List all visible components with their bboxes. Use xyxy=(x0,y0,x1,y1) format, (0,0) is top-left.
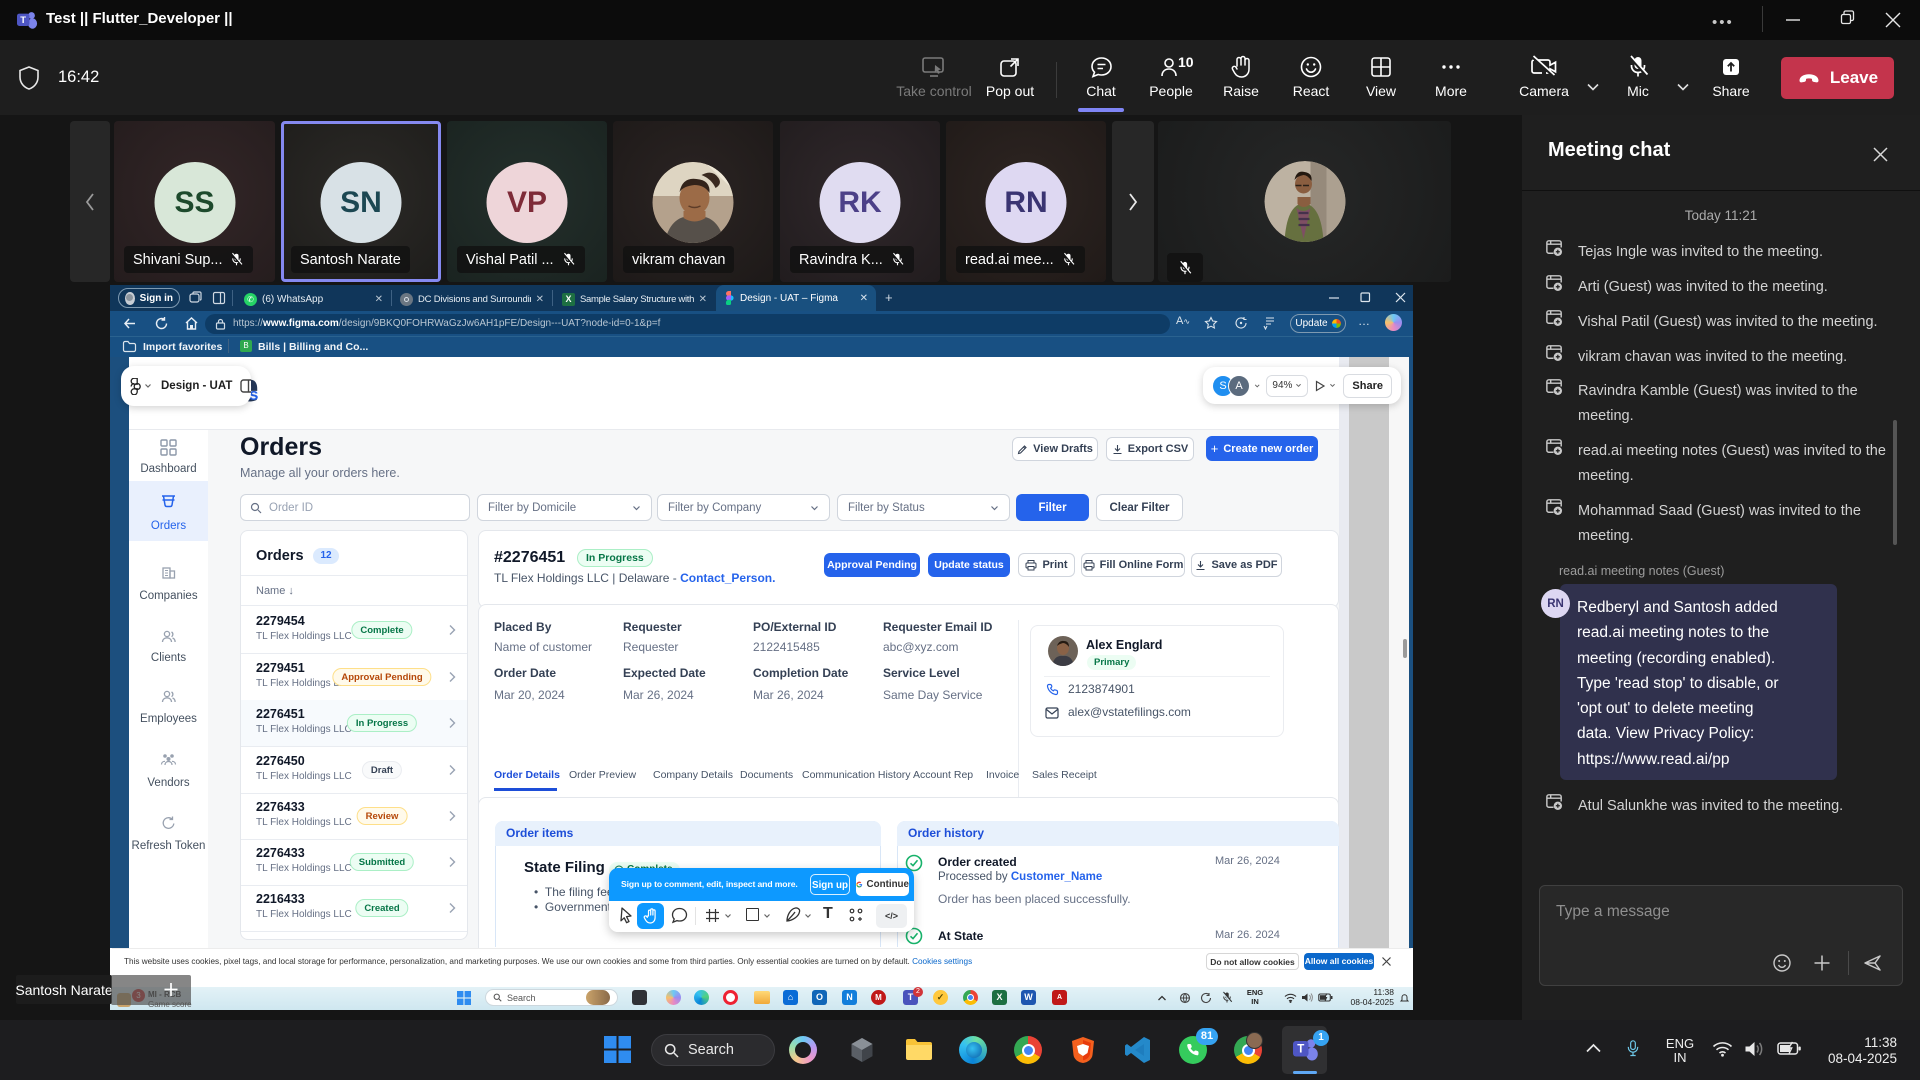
svg-text:T: T xyxy=(1297,1044,1304,1056)
svg-text:T: T xyxy=(20,15,26,26)
